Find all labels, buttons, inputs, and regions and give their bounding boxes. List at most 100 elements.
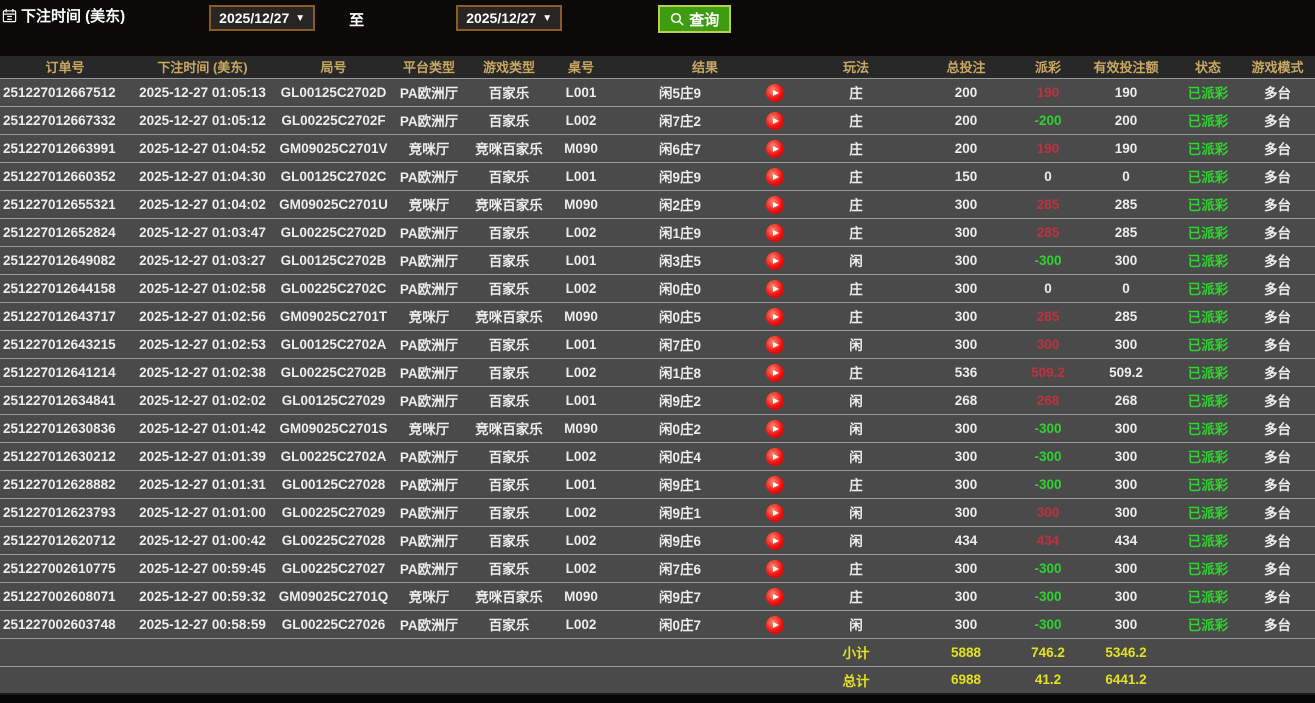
play-replay-icon[interactable]: ▶ bbox=[766, 168, 784, 186]
total-bet-cell: 300 bbox=[912, 246, 1020, 274]
game-mode-cell: 多台 bbox=[1240, 526, 1315, 554]
game-mode-cell: 多台 bbox=[1240, 106, 1315, 134]
result-cell: 闲0庄4 bbox=[610, 442, 750, 470]
play-replay-icon[interactable]: ▶ bbox=[766, 224, 784, 242]
bet-time-cell: 2025-12-27 01:04:52 bbox=[130, 134, 275, 162]
grand-total-label: 总计 bbox=[800, 666, 912, 694]
play-replay-icon[interactable]: ▶ bbox=[766, 420, 784, 438]
header-game-type: 游戏类型 bbox=[466, 56, 552, 78]
game-mode-cell: 多台 bbox=[1240, 190, 1315, 218]
total-bet-cell: 300 bbox=[912, 582, 1020, 610]
play-type-cell: 闲 bbox=[800, 610, 912, 638]
table-row: 251227012643215 2025-12-27 01:02:53 GL00… bbox=[0, 330, 1315, 358]
table-row: 251227012652824 2025-12-27 01:03:47 GL00… bbox=[0, 218, 1315, 246]
table-no-cell: M090 bbox=[552, 414, 610, 442]
play-replay-icon[interactable]: ▶ bbox=[766, 84, 784, 102]
total-bet-cell: 300 bbox=[912, 610, 1020, 638]
play-replay-icon[interactable]: ▶ bbox=[766, 252, 784, 270]
valid-bet-cell: 300 bbox=[1076, 554, 1176, 582]
bet-time-cell: 2025-12-27 01:02:58 bbox=[130, 274, 275, 302]
play-type-cell: 庄 bbox=[800, 106, 912, 134]
grand-total-spacer bbox=[1240, 666, 1315, 694]
play-type-cell: 庄 bbox=[800, 190, 912, 218]
platform-cell: PA欧洲厅 bbox=[392, 218, 466, 246]
play-replay-icon[interactable]: ▶ bbox=[766, 504, 784, 522]
order-id-cell: 251227002610775 bbox=[0, 554, 130, 582]
query-button-label: 查询 bbox=[689, 9, 719, 30]
play-type-cell: 庄 bbox=[800, 554, 912, 582]
bet-time-cell: 2025-12-27 01:01:31 bbox=[130, 470, 275, 498]
replay-cell: ▶ bbox=[750, 162, 800, 190]
table-row: 251227012641214 2025-12-27 01:02:38 GL00… bbox=[0, 358, 1315, 386]
play-replay-icon[interactable]: ▶ bbox=[766, 588, 784, 606]
payout-cell: -300 bbox=[1020, 610, 1076, 638]
total-bet-cell: 300 bbox=[912, 554, 1020, 582]
order-id-cell: 251227012655321 bbox=[0, 190, 130, 218]
table-row: 251227012630212 2025-12-27 01:01:39 GL00… bbox=[0, 442, 1315, 470]
total-bet-cell: 434 bbox=[912, 526, 1020, 554]
calendar-icon bbox=[2, 8, 17, 23]
round-id-cell: GM09025C2701T bbox=[275, 302, 392, 330]
play-replay-icon[interactable]: ▶ bbox=[766, 140, 784, 158]
order-id-cell: 251227012630212 bbox=[0, 442, 130, 470]
game-type-cell: 百家乐 bbox=[466, 386, 552, 414]
payout-cell: 190 bbox=[1020, 134, 1076, 162]
bet-time-cell: 2025-12-27 01:01:42 bbox=[130, 414, 275, 442]
platform-cell: PA欧洲厅 bbox=[392, 442, 466, 470]
play-replay-icon[interactable]: ▶ bbox=[766, 392, 784, 410]
play-replay-icon[interactable]: ▶ bbox=[766, 336, 784, 354]
play-replay-icon[interactable]: ▶ bbox=[766, 616, 784, 634]
play-replay-icon[interactable]: ▶ bbox=[766, 448, 784, 466]
play-type-cell: 闲 bbox=[800, 386, 912, 414]
play-replay-icon[interactable]: ▶ bbox=[766, 112, 784, 130]
order-id-cell: 251227012663991 bbox=[0, 134, 130, 162]
payout-cell: -300 bbox=[1020, 414, 1076, 442]
bet-time-filter-label: 下注时间 (美东) bbox=[2, 5, 125, 26]
play-replay-icon[interactable]: ▶ bbox=[766, 560, 784, 578]
status-cell: 已派彩 bbox=[1176, 498, 1240, 526]
result-cell: 闲9庄2 bbox=[610, 386, 750, 414]
result-cell: 闲9庄9 bbox=[610, 162, 750, 190]
round-id-cell: GL00225C2702A bbox=[275, 442, 392, 470]
play-replay-icon[interactable]: ▶ bbox=[766, 308, 784, 326]
status-cell: 已派彩 bbox=[1176, 246, 1240, 274]
game-type-cell: 竞咪百家乐 bbox=[466, 414, 552, 442]
valid-bet-cell: 300 bbox=[1076, 442, 1176, 470]
query-button[interactable]: 查询 bbox=[658, 5, 731, 33]
round-id-cell: GM09025C2701U bbox=[275, 190, 392, 218]
table-header-row: 订单号 下注时间 (美东) 局号 平台类型 游戏类型 桌号 结果 玩法 总投注 … bbox=[0, 56, 1315, 78]
play-replay-icon[interactable]: ▶ bbox=[766, 364, 784, 382]
play-type-cell: 庄 bbox=[800, 582, 912, 610]
bet-time-cell: 2025-12-27 01:02:38 bbox=[130, 358, 275, 386]
platform-cell: PA欧洲厅 bbox=[392, 162, 466, 190]
game-type-cell: 百家乐 bbox=[466, 554, 552, 582]
total-bet-cell: 200 bbox=[912, 134, 1020, 162]
table-no-cell: L001 bbox=[552, 78, 610, 106]
total-bet-cell: 300 bbox=[912, 414, 1020, 442]
platform-cell: PA欧洲厅 bbox=[392, 610, 466, 638]
table-row: 251227012649082 2025-12-27 01:03:27 GL00… bbox=[0, 246, 1315, 274]
round-id-cell: GL00225C2702F bbox=[275, 106, 392, 134]
play-replay-icon[interactable]: ▶ bbox=[766, 280, 784, 298]
order-id-cell: 251227012649082 bbox=[0, 246, 130, 274]
date-from-select[interactable]: 2025/12/27 ▼ bbox=[209, 5, 315, 31]
total-bet-cell: 300 bbox=[912, 190, 1020, 218]
round-id-cell: GL00225C2702B bbox=[275, 358, 392, 386]
play-type-cell: 闲 bbox=[800, 414, 912, 442]
play-replay-icon[interactable]: ▶ bbox=[766, 196, 784, 214]
table-row: 251227012630836 2025-12-27 01:01:42 GM09… bbox=[0, 414, 1315, 442]
valid-bet-cell: 285 bbox=[1076, 190, 1176, 218]
header-valid-bet: 有效投注额 bbox=[1076, 56, 1176, 78]
replay-cell: ▶ bbox=[750, 442, 800, 470]
play-replay-icon[interactable]: ▶ bbox=[766, 476, 784, 494]
total-bet-cell: 300 bbox=[912, 302, 1020, 330]
date-to-select[interactable]: 2025/12/27 ▼ bbox=[456, 5, 562, 31]
valid-bet-cell: 200 bbox=[1076, 106, 1176, 134]
play-type-cell: 庄 bbox=[800, 162, 912, 190]
status-cell: 已派彩 bbox=[1176, 190, 1240, 218]
bet-time-cell: 2025-12-27 00:59:32 bbox=[130, 582, 275, 610]
play-replay-icon[interactable]: ▶ bbox=[766, 532, 784, 550]
bet-time-cell: 2025-12-27 01:00:42 bbox=[130, 526, 275, 554]
play-type-cell: 闲 bbox=[800, 330, 912, 358]
round-id-cell: GM09025C2701Q bbox=[275, 582, 392, 610]
